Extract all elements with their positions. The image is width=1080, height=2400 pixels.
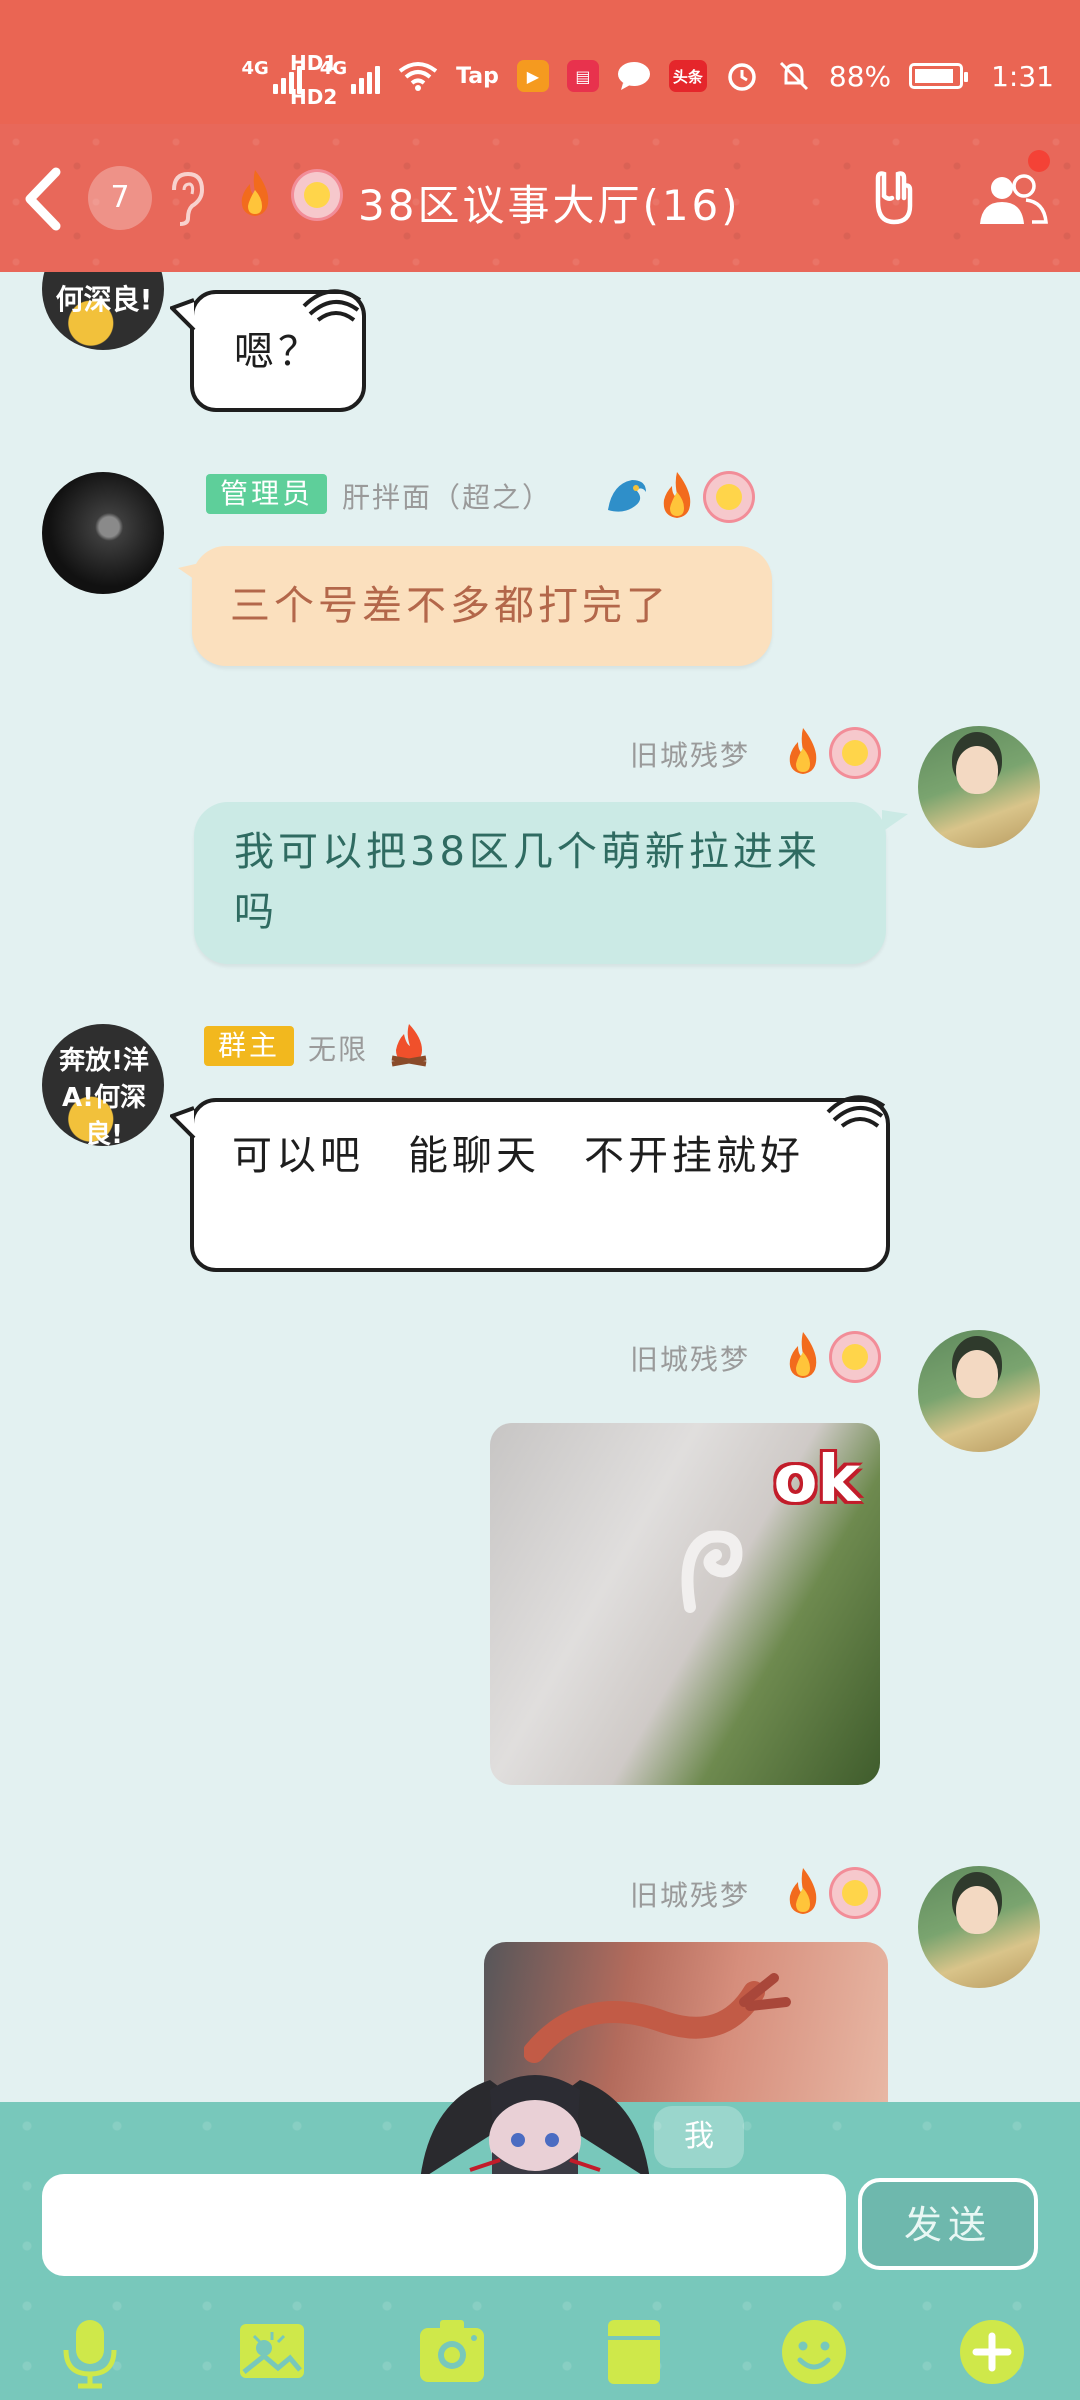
avatar-sticker-icon <box>420 2075 650 2180</box>
me-label[interactable]: 我 <box>654 2106 744 2168</box>
fire-icon <box>789 1868 817 1914</box>
bubble-decoration-icon <box>302 289 362 322</box>
chat-title[interactable]: 38区议事大厅(16) <box>358 172 741 233</box>
avatar[interactable] <box>918 1330 1040 1452</box>
emoji-icon[interactable] <box>776 2314 852 2390</box>
message-app-icon <box>617 62 650 90</box>
signal2-icon <box>351 58 381 94</box>
battery-percent: 88% <box>828 59 892 93</box>
battery-icon <box>909 63 969 89</box>
video-app-icon: ▶ <box>516 60 549 92</box>
ear-icon[interactable] <box>160 168 208 228</box>
sender-name[interactable]: 肝拌面（超之） <box>342 476 552 516</box>
chat-header: 7 38区议事大厅(16) <box>0 124 1080 272</box>
input-panel: 我 发送 <box>0 2075 1080 2400</box>
file-icon[interactable] <box>596 2314 672 2390</box>
dragon-badge-icon <box>608 480 646 512</box>
signal1-icon <box>272 58 302 94</box>
camera-icon[interactable] <box>414 2314 490 2390</box>
unread-count-badge[interactable]: 7 <box>88 166 152 230</box>
bubble-decoration-icon <box>826 1095 886 1128</box>
photo-icon[interactable] <box>234 2314 310 2390</box>
avatar[interactable] <box>42 472 164 594</box>
bubble-tail <box>170 1106 196 1140</box>
back-arrow-icon[interactable] <box>18 164 68 234</box>
image-caption: ok <box>773 1443 860 1517</box>
tap-app-icon: Tap <box>456 63 499 89</box>
campfire-icon <box>391 1024 427 1067</box>
message-bubble[interactable]: 我可以把38区几个萌新拉进来吗 <box>194 802 886 964</box>
pig-tail-curl <box>681 1530 743 1613</box>
rock-hand-icon[interactable] <box>864 168 924 228</box>
fire-icon <box>663 472 691 518</box>
notification-dot <box>1028 150 1050 172</box>
owner-role-tag: 群主 <box>204 1026 295 1066</box>
smiley-badge-icon <box>294 172 340 218</box>
avatar[interactable] <box>918 1866 1040 1988</box>
avatar[interactable]: 奔放!洋A!何深良! <box>42 1024 164 1146</box>
plus-icon[interactable] <box>954 2314 1030 2390</box>
message-list[interactable]: 何深良! 嗯？ 管理员 肝拌面（超之） 三个号差不多都打完了 旧城残梦 我可以把… <box>0 272 1080 2102</box>
toutiao-app-icon: 头条 <box>668 60 707 92</box>
book-app-icon: ▤ <box>566 60 599 92</box>
group-members-icon[interactable] <box>978 172 1048 228</box>
bubble-tail <box>178 562 204 586</box>
smiley-badge-icon <box>706 474 752 520</box>
sender-name[interactable]: 无限 <box>308 1028 368 1068</box>
fire-icon <box>789 1332 817 1378</box>
sender-name[interactable]: 旧城残梦 <box>630 734 750 774</box>
fire-icon <box>789 728 817 774</box>
sender-name[interactable]: 旧城残梦 <box>630 1874 750 1914</box>
send-button[interactable]: 发送 <box>858 2178 1038 2270</box>
status-bar: HD1 HD2 4G 4G Tap ▶ ▤ 头条 88% 1:31 <box>0 0 1080 124</box>
smiley-badge-icon <box>832 1334 878 1380</box>
smiley-badge-icon <box>832 730 878 776</box>
message-input[interactable] <box>42 2174 846 2276</box>
avatar-text: 奔放!洋A!何深良! <box>59 1046 149 1146</box>
signal2-label: 4G <box>319 57 348 79</box>
pig-tail-image[interactable]: ok <box>490 1423 880 1785</box>
signal1-label: 4G <box>241 57 269 79</box>
sender-name[interactable]: 旧城残梦 <box>630 1338 750 1378</box>
mute-icon <box>779 61 808 91</box>
fire-icon <box>241 170 269 216</box>
bubble-tail <box>170 298 196 332</box>
wifi-icon <box>398 62 438 91</box>
avatar[interactable]: 何深良! <box>42 272 164 350</box>
smiley-badge-icon <box>832 1870 878 1916</box>
avatar[interactable] <box>918 726 1040 848</box>
admin-role-tag: 管理员 <box>206 474 328 514</box>
bubble-tail <box>882 810 908 832</box>
alarm-icon <box>728 63 756 91</box>
clock: 1:31 <box>991 59 1054 93</box>
message-bubble[interactable]: 三个号差不多都打完了 <box>192 546 772 666</box>
microphone-icon[interactable] <box>52 2314 128 2390</box>
message-bubble[interactable]: 可以吧 能聊天 不开挂就好 <box>190 1098 890 1272</box>
